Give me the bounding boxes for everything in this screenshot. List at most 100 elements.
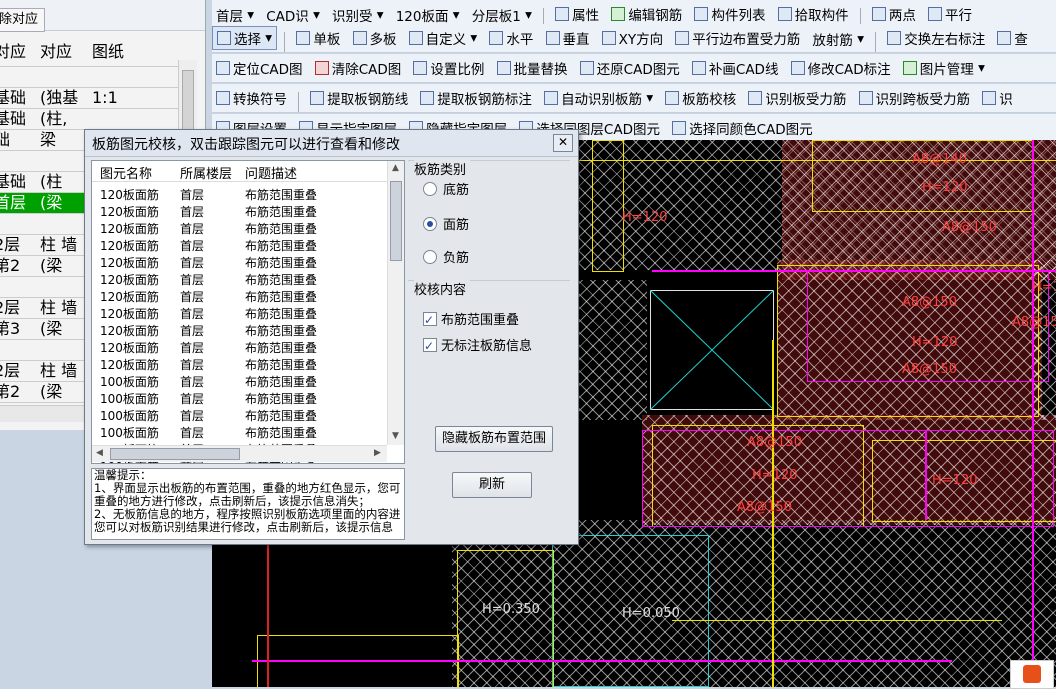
scroll-thumb[interactable] [110,448,240,460]
custom-button[interactable]: 自定义 ▾ [405,24,482,52]
issue-row[interactable]: 120板面筋 首层 布筋范围重叠 [92,202,387,219]
select-button[interactable]: 选择 ▾ [212,26,278,50]
identify-more-button[interactable]: 识 [978,84,1017,112]
locate-cad-button[interactable]: 定位CAD图 [212,54,307,82]
thickness-label: H=120 [932,473,978,488]
column-header-name[interactable]: 图元名称 [100,163,152,182]
set-scale-button[interactable]: 设置比例 [409,54,488,82]
scroll-left-icon[interactable]: ◀ [96,448,103,458]
radio-bottom-rebar[interactable]: 底筋 [423,181,469,201]
column-header-issue[interactable]: 问题描述 [245,163,297,182]
parallel-icon [928,7,943,21]
list-horizontal-scrollbar[interactable]: ◀ ▶ [92,445,387,462]
radial-button[interactable]: 放射筋 ▾ [808,25,868,52]
grid-cell: 柱 墙 [40,298,78,317]
radial-label: 放射筋 [812,33,853,49]
issue-row[interactable]: 120板面筋 首层 布筋范围重叠 [92,304,387,321]
swap-labels-button[interactable]: 交换左右标注 [883,24,989,52]
grid-header-row[interactable]: 对应 对应 图纸 [0,38,178,67]
rebar-type-group: 板筋类别 底筋 面筋 负筋 [408,159,570,276]
auto-identify-button[interactable]: 自动识别板筋 ▾ [540,84,657,112]
check-button[interactable]: 查 [993,24,1032,52]
cursor-icon [217,31,231,45]
checkbox-overlap[interactable]: 布筋范围重叠 [423,310,519,331]
grid-row[interactable]: 基础 (独基 1:1 [0,88,178,109]
single-slab-button[interactable]: 单板 [292,24,344,52]
rebar-check-button[interactable]: 板筋校核 [661,84,740,112]
issue-row[interactable]: 120板面筋 首层 布筋范围重叠 [92,236,387,253]
radio-negative-rebar[interactable]: 负筋 [423,249,469,269]
restore-cad-label: 还原CAD图元 [596,62,680,78]
issue-row[interactable]: 120板面筋 首层 布筋范围重叠 [92,185,387,202]
divider [298,91,300,112]
vertical-button[interactable]: 垂直 [542,24,594,52]
issue-row[interactable]: 120板面筋 首层 布筋范围重叠 [92,287,387,304]
batch-replace-button[interactable]: 批量替换 [493,54,572,82]
scroll-thumb[interactable] [390,181,402,261]
issue-row[interactable]: 120板面筋 首层 布筋范围重叠 [92,355,387,372]
app-logo [1010,660,1054,689]
issue-desc-cell: 布筋范围重叠 [245,375,318,389]
list-vertical-scrollbar[interactable]: ▲ ▼ [387,161,404,445]
extract-rebar-line-button[interactable]: 提取板钢筋线 [306,84,412,112]
modify-cad-label-button[interactable]: 修改CAD标注 [787,54,895,82]
issue-list[interactable]: 图元名称 所属楼层 问题描述 120板面筋 首层 布筋范围重叠 120板面筋 首层 布筋范… [91,160,405,464]
remove-mapping-button[interactable]: 除对应 [0,8,46,32]
identify-stress-label: 识别板受力筋 [765,92,847,108]
refresh-button[interactable]: 刷新 [452,472,532,498]
identify-stress-button[interactable]: 识别板受力筋 [744,84,850,112]
checkbox-unlabeled[interactable]: 无标注板筋信息 [423,336,532,357]
scroll-up-icon[interactable]: ▲ [392,163,399,173]
issue-row[interactable]: 120板面筋 首层 布筋范围重叠 [92,253,387,270]
issue-row[interactable]: 120板面筋 首层 布筋范围重叠 [92,321,387,338]
convert-symbol-button[interactable]: 转换符号 [212,84,291,112]
issue-row[interactable]: 120板面筋 首层 布筋范围重叠 [92,219,387,236]
thickness-label: H=120 [752,468,798,483]
radio-top-label: 面筋 [443,218,470,233]
image-icon [902,61,917,75]
extract-rebar-label-button[interactable]: 提取板钢筋标注 [416,84,536,112]
column-header-floor[interactable]: 所属楼层 [180,163,232,182]
radio-negative-label: 负筋 [443,251,470,266]
issue-row[interactable]: 100板面筋 首层 布筋范围重叠 [92,372,387,389]
image-manage-button[interactable]: 图片管理 ▾ [899,54,989,82]
grid-cell: 柱 墙 [40,361,78,380]
issue-row[interactable]: 100板面筋 首层 布筋范围重叠 [92,423,387,440]
thickness-label: H=120 [922,180,968,195]
issue-name-cell: 120板面筋 [100,188,159,202]
issue-desc-cell: 布筋范围重叠 [245,290,318,304]
radio-selected-icon [423,217,437,231]
check-icon [997,31,1012,45]
xy-direction-button[interactable]: XY方向 [598,24,668,52]
restore-cad-button[interactable]: 还原CAD图元 [576,54,684,82]
issue-row[interactable]: 100板面筋 首层 布筋范围重叠 [92,406,387,423]
horizontal-button[interactable]: 水平 [485,24,537,52]
issue-row[interactable]: 120板面筋 首层 布筋范围重叠 [92,270,387,287]
close-button[interactable]: ✕ [553,134,573,152]
select-same-color-button[interactable]: 选择同颜色CAD图元 [668,114,817,142]
issue-floor-cell: 首层 [180,392,205,406]
auto-identify-label: 自动识别板筋 [561,92,643,108]
list-header: 图元名称 所属楼层 问题描述 [92,161,387,182]
hide-range-button[interactable]: 隐藏板筋布置范围 [435,426,553,452]
redraw-cad-button[interactable]: 补画CAD线 [688,54,783,82]
issue-floor-cell: 首层 [180,205,205,219]
dialog-title-bar[interactable]: 板筋图元校核，双击跟踪图元可以进行查看和修改 ✕ [85,130,578,157]
grid-row[interactable]: 基础 (柱, [0,109,178,130]
clear-cad-button[interactable]: 清除CAD图 [311,54,406,82]
scroll-thumb[interactable] [182,70,194,132]
scroll-right-icon[interactable]: ▶ [374,448,381,458]
parallel-edge-button[interactable]: 平行边布置受力筋 [671,24,804,52]
radio-top-rebar[interactable]: 面筋 [423,216,469,236]
issue-floor-cell: 首层 [180,239,205,253]
multi-slab-button[interactable]: 多板 [349,24,401,52]
issue-name-cell: 120板面筋 [100,341,159,355]
issue-desc-cell: 布筋范围重叠 [245,426,318,440]
issue-row[interactable]: 100板面筋 首层 布筋范围重叠 [92,389,387,406]
grid-row[interactable] [0,67,178,88]
identify-span-button[interactable]: 识别跨板受力筋 [855,84,975,112]
scroll-down-icon[interactable]: ▼ [392,431,399,441]
issue-row[interactable]: 120板面筋 首层 布筋范围重叠 [92,338,387,355]
grid-cell: 基础 [0,109,27,128]
floor-value: 首层 [216,9,243,25]
